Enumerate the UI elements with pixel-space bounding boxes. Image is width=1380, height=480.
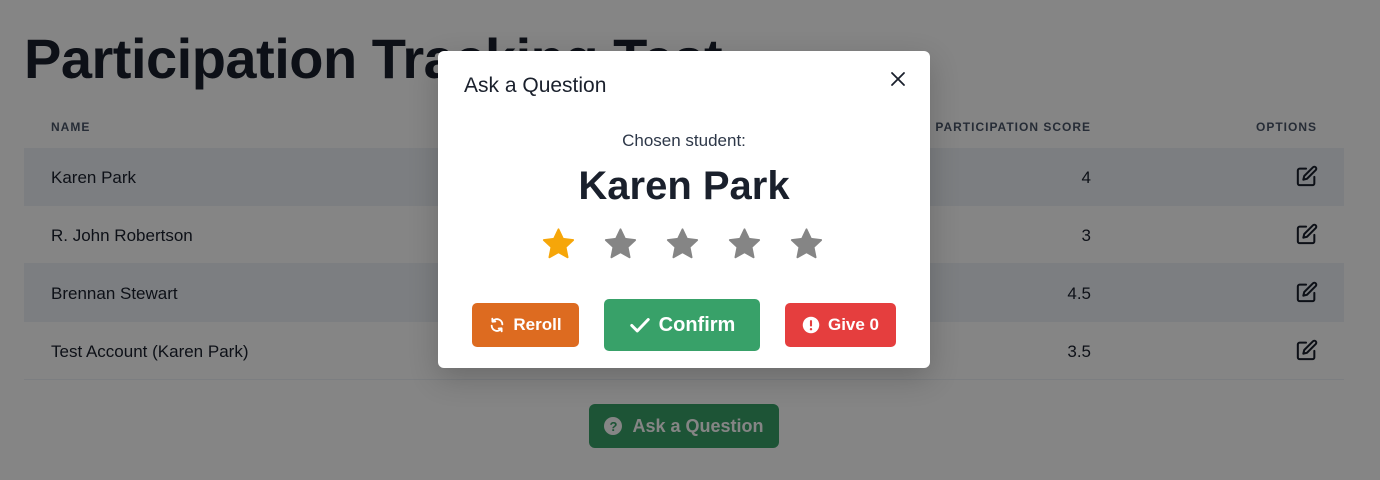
- star-icon[interactable]: [726, 226, 763, 263]
- star-icon[interactable]: [602, 226, 639, 263]
- star-icon[interactable]: [540, 226, 577, 263]
- rating-stars: [540, 226, 825, 263]
- confirm-label: Confirm: [658, 313, 736, 336]
- confirm-button[interactable]: Confirm: [604, 299, 760, 351]
- chosen-student-name: Karen Park: [578, 164, 790, 208]
- star-icon[interactable]: [664, 226, 701, 263]
- reroll-button[interactable]: Reroll: [472, 303, 579, 347]
- close-icon[interactable]: [886, 67, 910, 91]
- checkmark-icon: [629, 314, 651, 336]
- give-zero-button[interactable]: Give 0: [785, 303, 896, 347]
- give-zero-label: Give 0: [827, 315, 880, 334]
- ask-question-modal: Ask a Question Chosen student: Karen Par…: [438, 51, 930, 368]
- chosen-student-label: Chosen student:: [622, 131, 746, 150]
- refresh-icon: [489, 317, 505, 333]
- reroll-label: Reroll: [513, 315, 562, 334]
- modal-title: Ask a Question: [464, 74, 607, 97]
- star-icon[interactable]: [788, 226, 825, 263]
- alert-circle-icon: [802, 316, 820, 334]
